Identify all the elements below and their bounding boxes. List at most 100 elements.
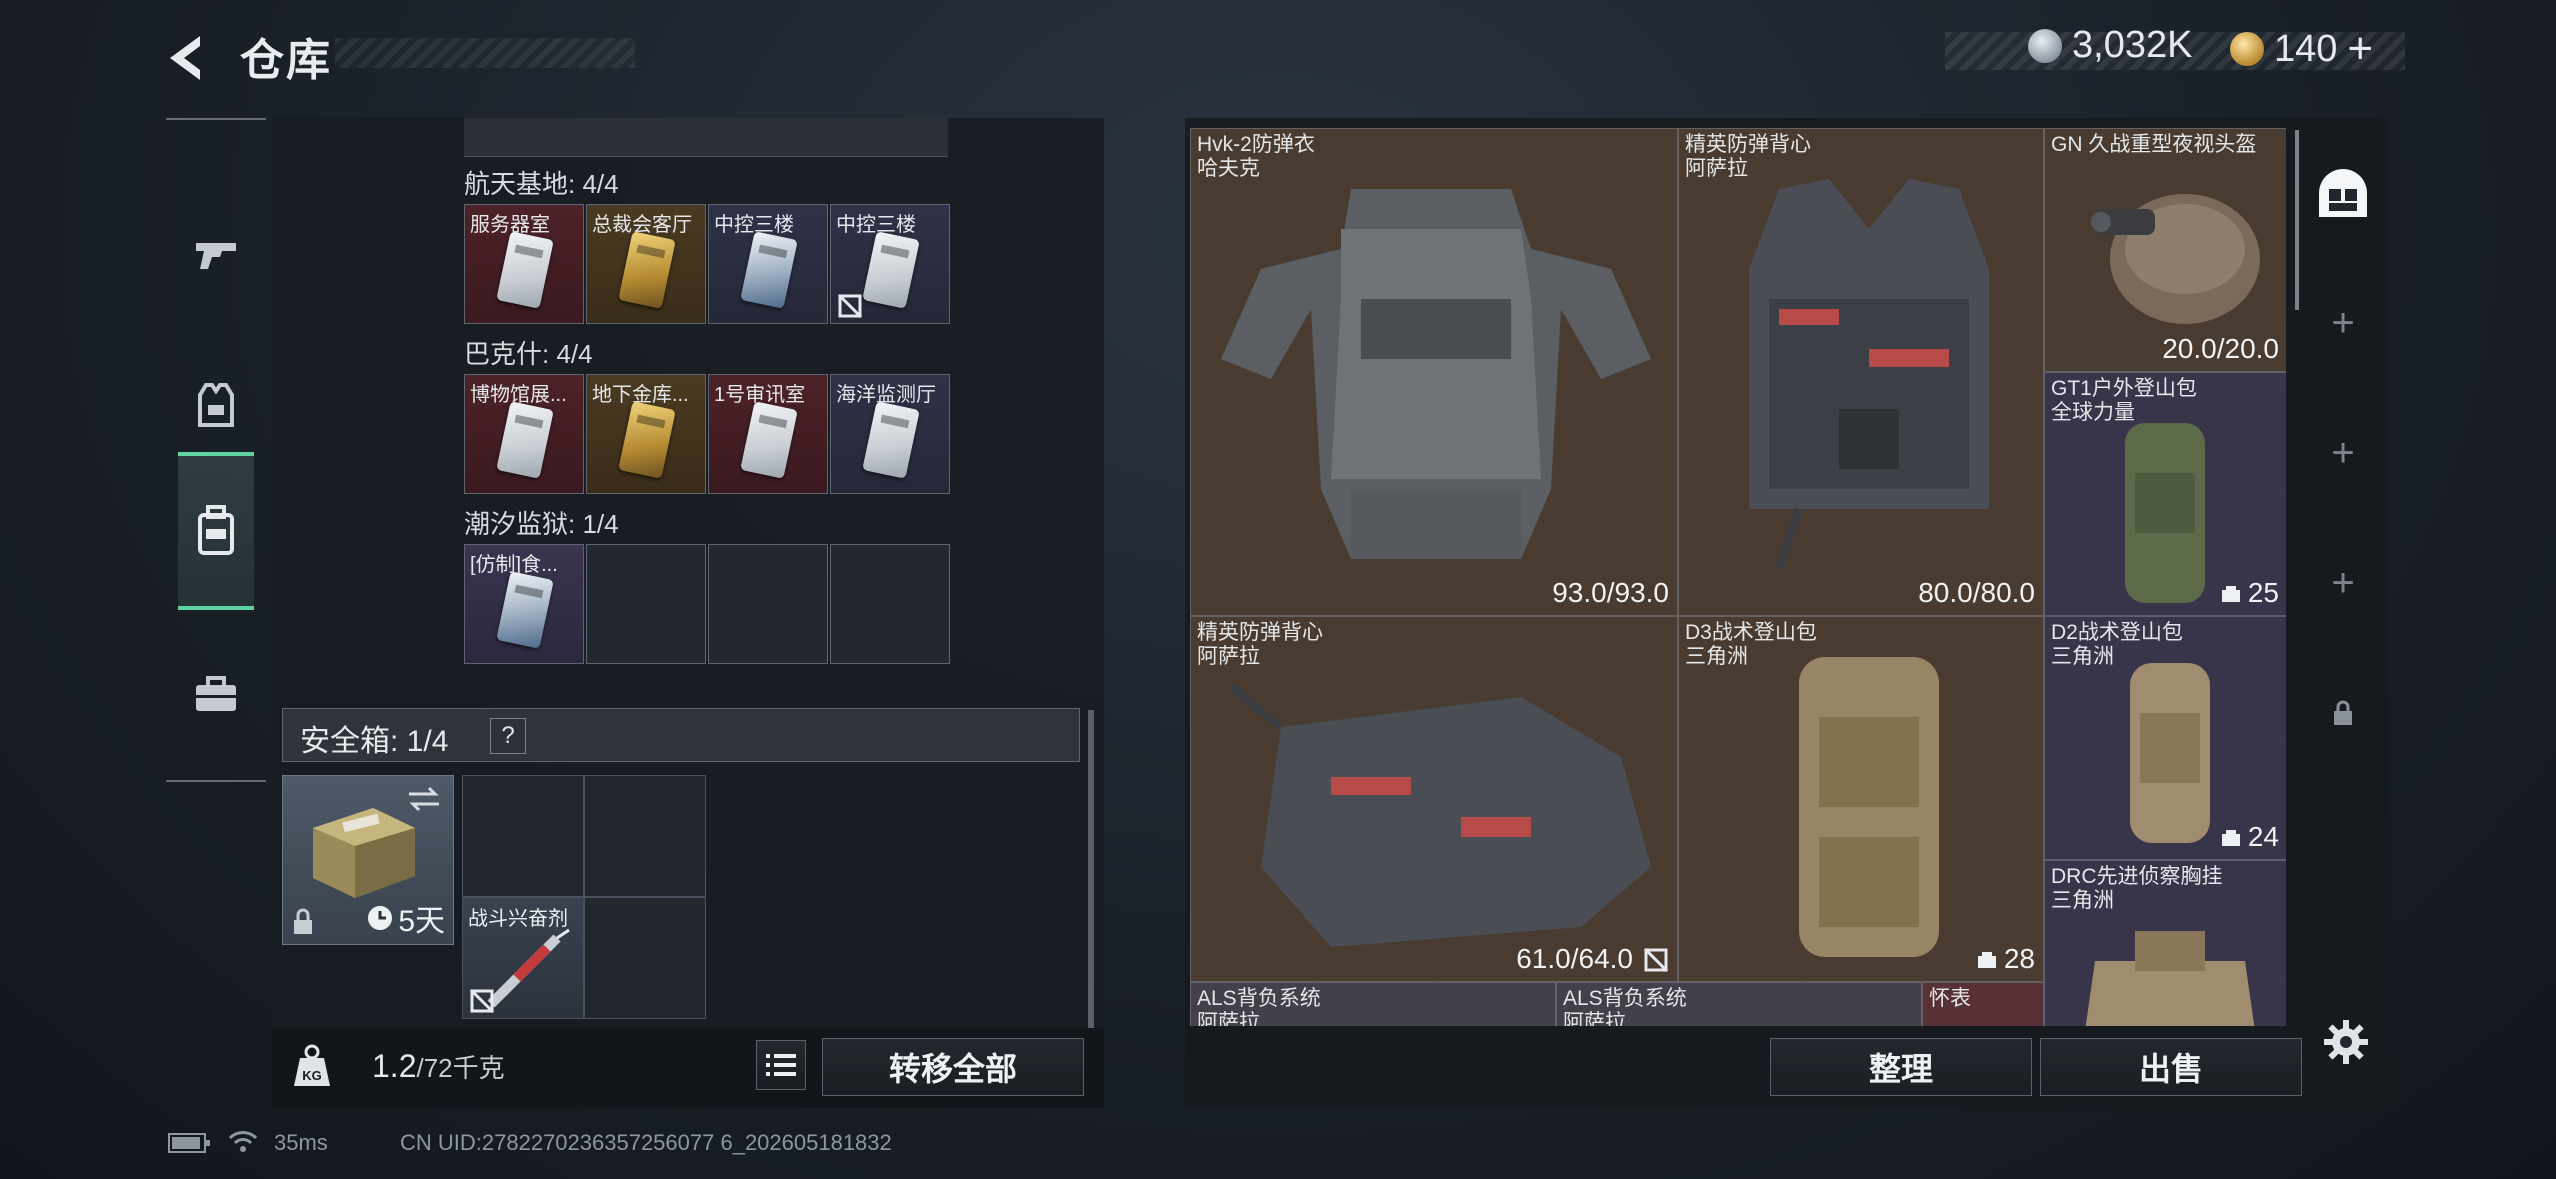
weight-readout: 1.2/72千克 bbox=[372, 1048, 505, 1085]
item-drc-chest-rig[interactable]: DRC先进侦察胸挂 三角洲 bbox=[2044, 860, 2286, 1026]
list-icon bbox=[766, 1054, 796, 1076]
stash-tab-main[interactable] bbox=[2298, 128, 2388, 258]
item-pocket-watch[interactable]: 怀表 bbox=[1922, 982, 2044, 1026]
item-name: GN 久战重型夜视头盔 bbox=[2051, 133, 2257, 156]
item-als-carrier[interactable]: ALS背负系统 阿萨拉 bbox=[1190, 982, 1556, 1026]
ping-readout: 35ms bbox=[274, 1130, 328, 1155]
left-scrollbar[interactable] bbox=[1088, 710, 1094, 1030]
keycard-slot[interactable]: 中控三楼 bbox=[830, 204, 950, 324]
item-brand: 阿萨拉 bbox=[1197, 1011, 1260, 1026]
keycard-name: 服务器室 bbox=[470, 214, 550, 236]
keycard-icon bbox=[740, 231, 798, 309]
keycard-slot-empty[interactable] bbox=[830, 544, 950, 664]
stash-grid[interactable]: Hvk-2防弹衣 哈夫克 93.0/93.0 精英防弹背心 阿萨拉 80.0/80.… bbox=[1190, 128, 2286, 1026]
vest-icon bbox=[1749, 179, 1989, 571]
item-d3-backpack[interactable]: D3战术登山包 三角洲 28 bbox=[1678, 616, 2044, 982]
item-name: ALS背负系统 bbox=[1563, 987, 1687, 1010]
safe-slot[interactable] bbox=[584, 897, 706, 1019]
item-elite-vest[interactable]: 精英防弹背心 阿萨拉 80.0/80.0 bbox=[1678, 128, 2044, 616]
keycard-name: 海洋监测厅 bbox=[836, 384, 936, 406]
briefcase-icon bbox=[196, 676, 236, 711]
nav-case[interactable] bbox=[166, 620, 266, 770]
capacity-icon bbox=[2221, 830, 2240, 846]
list-view-button[interactable] bbox=[756, 1040, 806, 1090]
transfer-all-button[interactable]: 转移全部 bbox=[822, 1038, 1084, 1096]
sort-button[interactable]: 整理 bbox=[1770, 1038, 2032, 1096]
backpack-icon bbox=[2125, 423, 2205, 603]
item-nv-helmet[interactable]: GN 久战重型夜视头盔 20.0/20.0 bbox=[2044, 128, 2286, 372]
section-label-aerospace: 航天基地: 4/4 bbox=[464, 169, 619, 199]
svg-text:KG: KG bbox=[302, 1068, 322, 1083]
keycard-slot[interactable]: 总裁会客厅 bbox=[586, 204, 706, 324]
section-label-bakesh: 巴克什: 4/4 bbox=[464, 339, 593, 369]
vest-icon bbox=[198, 383, 234, 427]
weight-icon: KG bbox=[294, 1044, 330, 1086]
add-tab-button[interactable]: + bbox=[2298, 388, 2388, 518]
clock-icon bbox=[368, 906, 393, 930]
item-name: D2战术登山包 bbox=[2051, 621, 2183, 644]
keycard-slot[interactable]: 中控三楼 bbox=[708, 204, 828, 324]
help-button[interactable]: ? bbox=[490, 718, 526, 754]
keycard-slot[interactable]: [仿制]食... bbox=[464, 544, 584, 664]
safe-timer: 5天 bbox=[366, 896, 445, 940]
item-gt1-backpack[interactable]: GT1户外登山包 全球力量 25 bbox=[2044, 372, 2286, 616]
nav-backpack[interactable] bbox=[178, 452, 254, 610]
lock-icon bbox=[294, 908, 312, 934]
keycard-icon bbox=[618, 231, 676, 309]
armor-icon bbox=[1221, 189, 1651, 559]
keycard-slot[interactable]: 1号审讯室 bbox=[708, 374, 828, 494]
keycard-slot[interactable]: 地下金库... bbox=[586, 374, 706, 494]
gold-currency[interactable]: 140 + bbox=[2230, 24, 2373, 74]
item-name: 精英防弹背心 bbox=[1685, 133, 1811, 156]
item-name: 精英防弹背心 bbox=[1197, 621, 1323, 644]
backpack-icon bbox=[198, 505, 234, 555]
keycard-slot[interactable]: 海洋监测厅 bbox=[830, 374, 950, 494]
settings-gear-icon[interactable] bbox=[2322, 1018, 2370, 1066]
safe-slot[interactable] bbox=[584, 775, 706, 897]
safe-slot[interactable] bbox=[462, 775, 584, 897]
item-durability: 20.0/20.0 bbox=[2162, 333, 2279, 364]
wifi-icon bbox=[228, 1131, 258, 1152]
item-elite-vest[interactable]: 精英防弹背心 阿萨拉 61.0/64.0 bbox=[1190, 616, 1678, 982]
keycard-name: 地下金库... bbox=[592, 384, 689, 406]
weight-current: 1.2 bbox=[372, 1048, 417, 1084]
add-tab-button[interactable]: + bbox=[2298, 258, 2388, 388]
back-icon[interactable] bbox=[160, 30, 216, 86]
backpack-icon bbox=[1799, 657, 1939, 957]
item-capacity: 28 bbox=[1976, 943, 2035, 975]
keycard-name: 博物馆展... bbox=[470, 384, 567, 406]
stash-icon bbox=[2319, 169, 2367, 217]
keycard-slot[interactable]: 博物馆展... bbox=[464, 374, 584, 494]
sell-button[interactable]: 出售 bbox=[2040, 1038, 2302, 1096]
item-als-carrier[interactable]: ALS背负系统 阿萨拉 bbox=[1556, 982, 1922, 1026]
add-currency-button[interactable]: + bbox=[2347, 24, 2373, 74]
stim-item[interactable]: 战斗兴奋剂 bbox=[462, 897, 584, 1019]
item-name: GT1户外登山包 bbox=[2051, 377, 2197, 400]
stim-item-label: 战斗兴奋剂 bbox=[468, 908, 568, 930]
item-brand: 阿萨拉 bbox=[1197, 645, 1260, 668]
safe-box-item[interactable]: 5天 bbox=[282, 775, 454, 945]
safe-box-icon bbox=[313, 808, 415, 898]
swap-icon[interactable] bbox=[407, 784, 441, 814]
locked-tab[interactable] bbox=[2298, 648, 2388, 778]
keycard-slot[interactable]: 服务器室 bbox=[464, 204, 584, 324]
nav-weapons[interactable] bbox=[166, 180, 266, 330]
keycard-slot-empty[interactable] bbox=[586, 544, 706, 664]
keycard-name: 1号审讯室 bbox=[714, 384, 806, 406]
title-stripe bbox=[335, 38, 635, 68]
item-name: Hvk-2防弹衣 bbox=[1197, 133, 1315, 156]
item-capacity: 25 bbox=[2220, 577, 2279, 609]
item-name: ALS背负系统 bbox=[1197, 987, 1321, 1010]
gun-icon bbox=[196, 243, 236, 269]
helmet-icon bbox=[2091, 194, 2260, 324]
item-d2-backpack[interactable]: D2战术登山包 三角洲 24 bbox=[2044, 616, 2286, 860]
side-nav bbox=[166, 118, 266, 782]
keycard-icon bbox=[618, 401, 676, 479]
backpack-icon bbox=[2130, 663, 2210, 843]
add-tab-button[interactable]: + bbox=[2298, 518, 2388, 648]
keycard-slot-empty[interactable] bbox=[708, 544, 828, 664]
keycard-name: 总裁会客厅 bbox=[592, 214, 692, 236]
stash-tabs: + + + bbox=[2298, 128, 2388, 1028]
gold-coin-icon bbox=[2230, 32, 2264, 66]
item-armor-hvk2[interactable]: Hvk-2防弹衣 哈夫克 93.0/93.0 bbox=[1190, 128, 1678, 616]
